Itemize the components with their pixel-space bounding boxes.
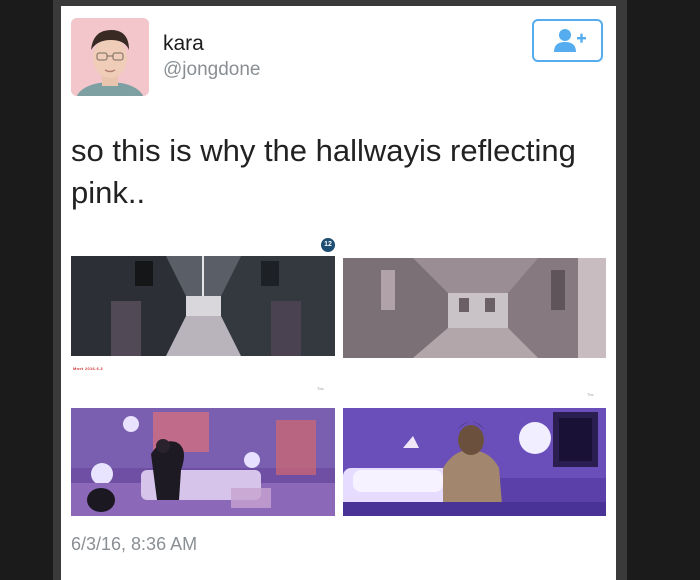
media-image-3[interactable] (71, 408, 335, 516)
watermark-top-right: Tbc (317, 386, 324, 391)
user-handle[interactable]: @jongdone (163, 59, 260, 81)
tweet-timestamp[interactable]: 6/3/16, 8:36 AM (71, 534, 197, 555)
media-image-2[interactable] (343, 258, 606, 358)
display-name[interactable]: kara (163, 32, 204, 56)
media-grid[interactable]: 12 Mnet 2016.6.3 Tbc Tbc (71, 232, 606, 532)
image-count-badge: 12 (321, 238, 335, 252)
tweet-card: kara @jongdone so this is why the hallwa… (61, 6, 616, 580)
media-image-1[interactable] (71, 256, 335, 356)
watermark-bottom-right: Tbc (587, 392, 594, 397)
media-image-4[interactable] (343, 408, 606, 516)
add-user-icon (554, 29, 586, 52)
tweet-text: so this is why the hallwayis reflecting … (71, 133, 576, 210)
broadcaster-logo: Mnet 2016.6.3 (73, 366, 103, 371)
follow-button[interactable] (532, 19, 603, 62)
avatar-image (71, 18, 149, 96)
avatar[interactable] (71, 18, 149, 96)
